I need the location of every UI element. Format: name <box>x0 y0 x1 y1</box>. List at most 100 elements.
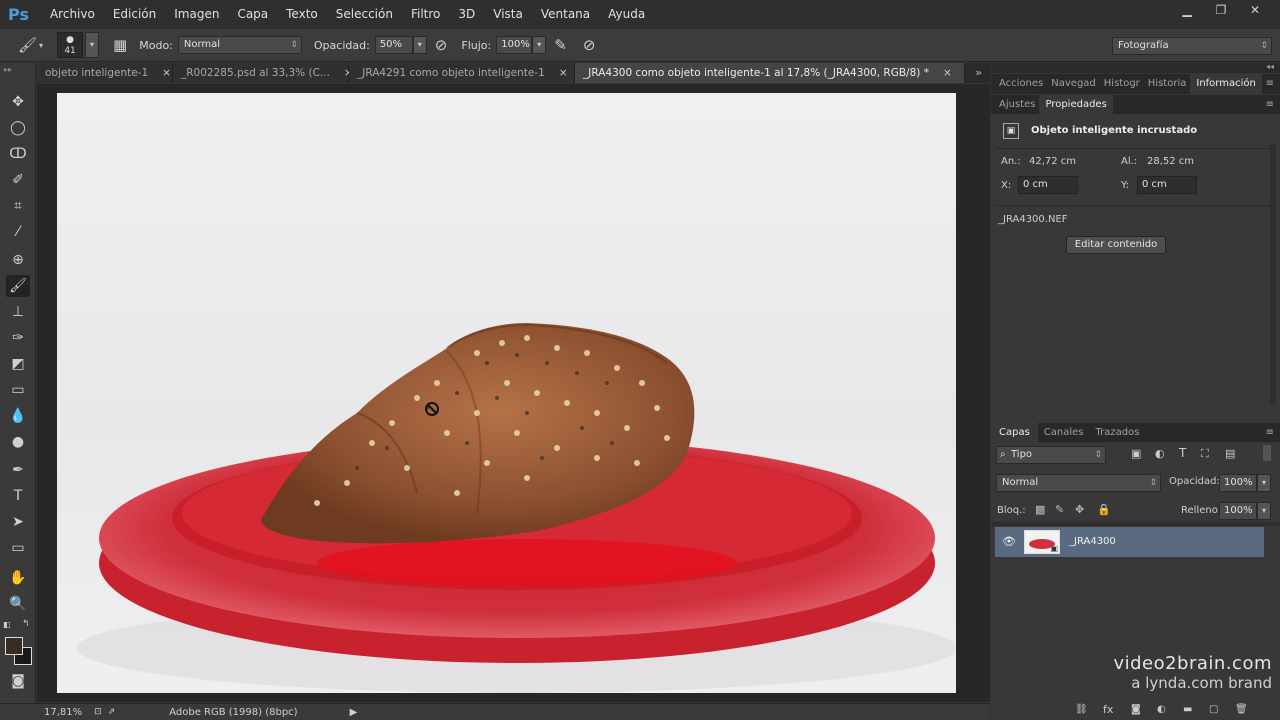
quick-selection-tool-icon[interactable]: ✐ <box>6 169 30 191</box>
shape-tool-icon[interactable]: ▭ <box>6 537 30 559</box>
opacity-chevron-icon[interactable]: ▾ <box>412 36 427 54</box>
menu-archivo[interactable]: Archivo <box>41 7 104 21</box>
eye-visibility-icon[interactable]: 👁 <box>1002 535 1016 548</box>
fill-chevron-icon[interactable]: ▾ <box>1257 502 1271 520</box>
foreground-color-swatch[interactable] <box>5 637 23 655</box>
collapse-panels-icon[interactable]: ◂◂ <box>1266 62 1274 71</box>
pen-tool-icon[interactable]: ✒ <box>6 459 30 481</box>
swap-colors-icon[interactable]: ↰ <box>22 619 30 629</box>
flow-chevron-icon[interactable]: ▾ <box>532 36 547 54</box>
tab-canales[interactable]: Canales <box>1038 423 1090 442</box>
menu-edicion[interactable]: Edición <box>104 7 165 21</box>
blur-tool-icon[interactable]: 💧 <box>6 405 30 427</box>
scrollbar[interactable] <box>1270 145 1276 405</box>
opacity-input[interactable]: 50% <box>374 36 413 54</box>
clone-stamp-tool-icon[interactable]: ⊥ <box>6 301 30 323</box>
pressure-size-icon[interactable]: ⊘ <box>583 36 596 54</box>
path-selection-tool-icon[interactable]: ➤ <box>6 511 30 533</box>
filter-smart-object-icon[interactable]: ▤ <box>1225 447 1235 460</box>
close-window-icon[interactable]: ✕ <box>1244 2 1266 18</box>
tab-histograma[interactable]: Histogr <box>1100 74 1144 94</box>
layer-opacity-input[interactable]: 100% <box>1219 474 1257 492</box>
fill-input[interactable]: 100% <box>1219 502 1257 520</box>
restore-icon[interactable]: ❐ <box>1210 2 1232 18</box>
trash-icon[interactable]: 🗑 <box>1235 704 1248 715</box>
menu-capa[interactable]: Capa <box>228 7 277 21</box>
tab-propiedades[interactable]: Propiedades <box>1039 95 1113 114</box>
lock-transparency-icon[interactable]: ▩ <box>1035 503 1045 516</box>
lock-all-icon[interactable]: 🔒 <box>1097 503 1111 516</box>
filter-type-icon[interactable]: T <box>1179 446 1186 460</box>
x-input[interactable]: 0 cm <box>1018 176 1078 194</box>
filter-pixel-icon[interactable]: ▣ <box>1131 447 1141 460</box>
filter-adjustment-icon[interactable]: ◐ <box>1155 447 1165 460</box>
hand-tool-icon[interactable]: ✋ <box>6 567 30 589</box>
new-group-icon[interactable]: ▬ <box>1183 704 1192 715</box>
width-value[interactable]: 42,72 cm <box>1029 156 1076 167</box>
layer-style-icon[interactable]: fx <box>1103 703 1113 716</box>
document-tab-2[interactable]: _R002285.psd al 33,3% (C... × <box>173 63 353 83</box>
panel-menu-icon[interactable]: ≡ <box>1266 423 1280 442</box>
lock-position-icon[interactable]: ✥ <box>1075 503 1084 516</box>
flow-input[interactable]: 100% <box>496 36 533 54</box>
share-icon[interactable]: ⇗ <box>108 707 116 717</box>
tabs-overflow-icon[interactable]: » <box>967 63 990 83</box>
tab-acciones[interactable]: Acciones <box>991 74 1047 94</box>
brush-size-picker[interactable]: ● 41 <box>57 32 84 58</box>
tab-navegador[interactable]: Navegad <box>1047 74 1100 94</box>
tab-historia[interactable]: Historia <box>1144 74 1191 94</box>
brush-tool-preset-icon[interactable]: 🖌 <box>18 36 37 54</box>
gradient-tool-icon[interactable]: ▭ <box>6 379 30 401</box>
menu-filtro[interactable]: Filtro <box>402 7 449 21</box>
brush-picker-chevron-icon[interactable]: ▾ <box>85 32 100 58</box>
add-mask-icon[interactable]: ◙ <box>1131 704 1141 715</box>
close-tab-icon[interactable]: × <box>559 63 568 83</box>
quick-mask-icon[interactable]: ◙ <box>6 670 30 692</box>
layer-opacity-chevron-icon[interactable]: ▾ <box>1257 474 1271 492</box>
document-tab-active[interactable]: _JRA4300 como objeto inteligente-1 al 17… <box>575 63 965 83</box>
layer-row-selected[interactable]: 👁 ▣ _JRA4300 <box>995 527 1264 557</box>
document-tab-1[interactable]: objeto inteligente-1 × <box>37 63 173 83</box>
zoom-level[interactable]: 17,81% <box>44 707 82 718</box>
new-layer-icon[interactable]: ▢ <box>1209 704 1218 715</box>
close-tab-icon[interactable]: × <box>162 63 171 83</box>
blend-mode-select[interactable]: Normal <box>996 474 1161 492</box>
tab-capas[interactable]: Capas <box>991 423 1038 442</box>
move-tool-icon[interactable]: ✥ <box>6 91 30 113</box>
marquee-tool-icon[interactable]: ◯ <box>6 117 30 139</box>
brush-tool-icon[interactable]: 🖌 <box>6 275 30 297</box>
lasso-tool-icon[interactable]: ↀ <box>6 143 30 165</box>
panel-menu-icon[interactable]: ≡ <box>1266 95 1280 114</box>
filter-shape-icon[interactable]: ⛶ <box>1201 447 1209 461</box>
default-colors-icon[interactable]: ◧ <box>3 620 11 629</box>
menu-vista[interactable]: Vista <box>484 7 532 21</box>
mode-select[interactable]: Normal <box>177 36 302 54</box>
document-tab-3[interactable]: _JRA4291 como objeto inteligente-1 × <box>349 63 575 83</box>
healing-brush-tool-icon[interactable]: ⊕ <box>6 249 30 271</box>
layer-filter-select[interactable]: ⌕ Tipo <box>996 446 1106 464</box>
menu-texto[interactable]: Texto <box>277 7 327 21</box>
menu-ventana[interactable]: Ventana <box>532 7 599 21</box>
pressure-opacity-icon[interactable]: ⊘ <box>435 36 448 54</box>
dodge-tool-icon[interactable]: ● <box>6 431 30 453</box>
crop-tool-icon[interactable]: ⌗ <box>6 195 30 217</box>
tab-informacion[interactable]: Información <box>1190 74 1262 94</box>
filter-toggle[interactable] <box>1263 445 1271 461</box>
menu-3d[interactable]: 3D <box>449 7 484 21</box>
chevron-down-icon[interactable]: ▾ <box>39 41 43 50</box>
edit-contents-button[interactable]: Editar contenido <box>1066 236 1166 254</box>
height-value[interactable]: 28,52 cm <box>1147 156 1194 167</box>
menu-seleccion[interactable]: Selección <box>327 7 402 21</box>
collapse-tools-icon[interactable]: ▸▸ <box>4 65 12 74</box>
status-menu-arrow-icon[interactable]: ▶ <box>350 707 358 718</box>
tab-trazados[interactable]: Trazados <box>1090 423 1146 442</box>
tab-ajustes[interactable]: Ajustes <box>991 95 1039 114</box>
eyedropper-tool-icon[interactable]: ⁄ <box>6 221 30 243</box>
lock-pixels-icon[interactable]: ✎ <box>1055 503 1064 516</box>
y-input[interactable]: 0 cm <box>1137 176 1197 194</box>
panel-menu-icon[interactable]: ≡ <box>1266 74 1280 94</box>
brush-panel-toggle-icon[interactable]: ▦ <box>113 36 127 54</box>
link-layers-icon[interactable]: ⛓ <box>1075 704 1088 715</box>
eraser-tool-icon[interactable]: ◩ <box>6 353 30 375</box>
minimize-icon[interactable]: ▁ <box>1176 2 1198 18</box>
